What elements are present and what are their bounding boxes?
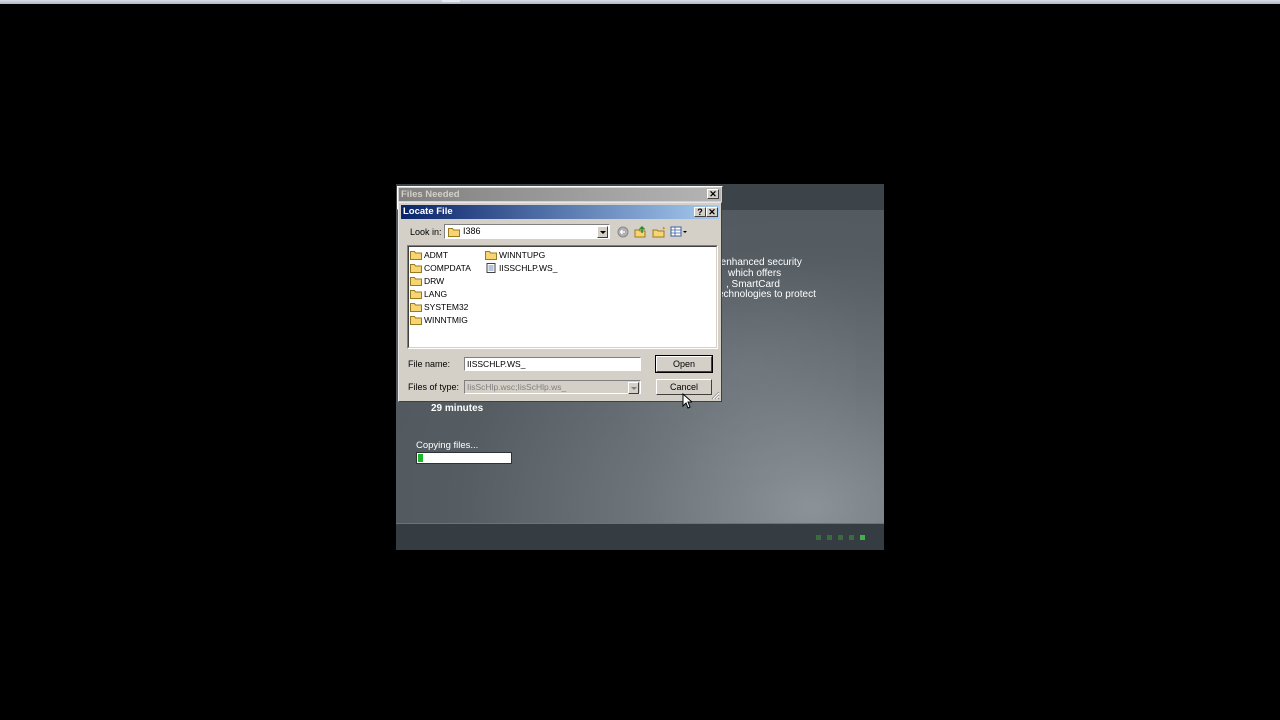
info-line: echnologies to protect	[718, 289, 816, 301]
list-item-label: ADMT	[424, 250, 449, 260]
folder-icon	[410, 263, 422, 273]
file-name-input[interactable]	[464, 357, 641, 371]
list-item-label: COMPDATA	[424, 263, 471, 273]
look-in-label: Look in:	[410, 227, 442, 237]
step-dot	[816, 535, 821, 540]
file-name-label: File name:	[408, 359, 451, 369]
file-list[interactable]: ADMT COMPDATA DRW LANG SYSTEM32 WINNTMIG WINN…	[407, 245, 718, 349]
folder-icon	[410, 302, 422, 312]
files-of-type-label: Files of type:	[408, 382, 460, 392]
close-button[interactable]: ✕	[706, 207, 718, 217]
file-icon	[485, 263, 497, 273]
files-needed-titlebar: Files Needed ✕	[399, 188, 721, 201]
folder-icon	[410, 276, 422, 286]
new-folder-icon[interactable]	[652, 226, 666, 238]
step-dot	[849, 535, 854, 540]
files-of-type-dropdown: IisScHlp.wsc;IisScHlp.ws_	[464, 380, 641, 394]
resize-grip-icon[interactable]	[710, 390, 720, 400]
files-needed-close-button[interactable]: ✕	[707, 189, 719, 199]
help-icon: ?	[697, 207, 703, 217]
help-button[interactable]: ?	[694, 207, 706, 217]
info-line: which offers	[728, 267, 782, 279]
list-item-label: WINNTUPG	[499, 250, 546, 260]
back-icon[interactable]	[617, 226, 631, 238]
top-border-mark	[442, 0, 460, 2]
look-in-dropdown-button[interactable]	[597, 226, 608, 238]
up-folder-icon[interactable]	[634, 226, 648, 238]
list-item-label: WINNTMIG	[424, 315, 468, 325]
folder-icon	[410, 250, 422, 260]
step-dot	[860, 535, 865, 540]
close-icon: ✕	[709, 189, 717, 199]
folder-icon	[410, 315, 422, 325]
setup-footer	[396, 523, 884, 550]
close-icon: ✕	[708, 207, 716, 217]
copy-status: Copying files...	[416, 440, 479, 451]
list-item-label: DRW	[424, 276, 445, 286]
look-in-value: I386	[463, 226, 481, 236]
files-of-type-dropdown-button	[628, 382, 639, 394]
locate-file-dialog: Locate File ? ✕ Look in: I386 ADMT COMPD…	[398, 202, 722, 402]
list-item-label: IISSCHLP.WS_	[499, 263, 558, 273]
locate-file-titlebar: Locate File ? ✕	[401, 205, 719, 219]
progress-fill	[418, 454, 423, 462]
folder-icon	[485, 250, 497, 260]
files-needed-title: Files Needed	[401, 189, 460, 200]
look-in-dropdown[interactable]: I386	[444, 224, 610, 239]
time-remaining: 29 minutes	[431, 403, 484, 414]
list-item-label: LANG	[424, 289, 448, 299]
copy-progress-bar	[416, 452, 512, 464]
list-item-label: SYSTEM32	[424, 302, 469, 312]
folder-icon	[410, 289, 422, 299]
folder-icon	[448, 228, 460, 237]
files-of-type-value: IisScHlp.wsc;IisScHlp.ws_	[467, 382, 567, 392]
step-dot	[827, 535, 832, 540]
mouse-pointer-icon	[682, 393, 692, 409]
top-window-border	[0, 0, 1280, 4]
view-menu-icon[interactable]	[670, 226, 688, 238]
open-button[interactable]: Open	[655, 355, 713, 373]
step-dot	[838, 535, 843, 540]
locate-file-title: Locate File	[403, 206, 453, 217]
